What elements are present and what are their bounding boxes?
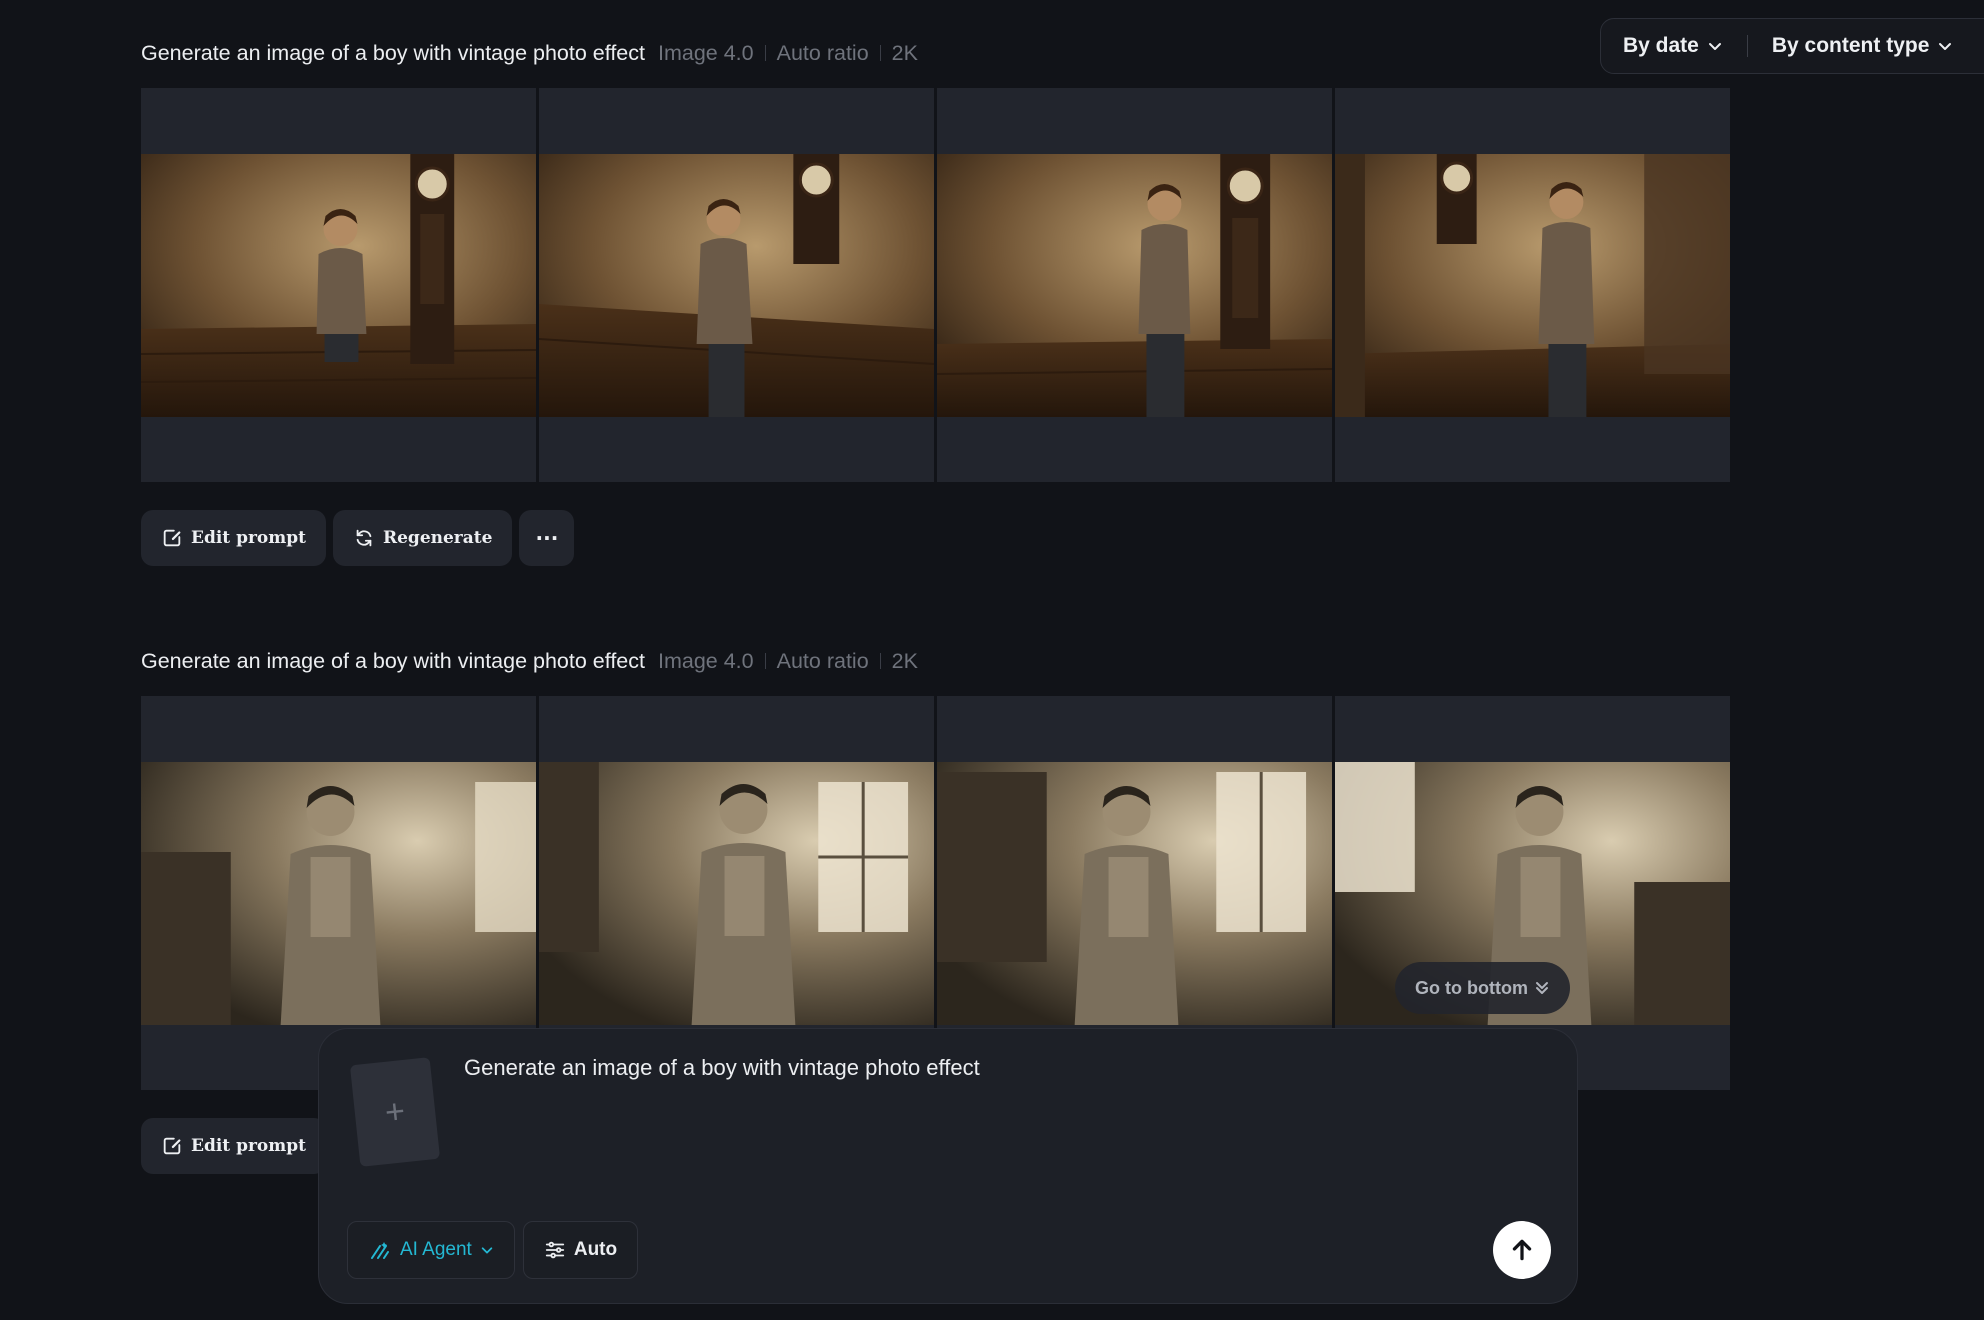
ratio-label: Auto ratio (776, 40, 869, 65)
by-date-label: By date (1623, 34, 1699, 57)
by-content-type-label: By content type (1771, 34, 1930, 57)
go-to-bottom-button[interactable]: Go to bottom (1395, 962, 1570, 1014)
generation-2: Generate an image of a boy with vintage … (141, 646, 1730, 1174)
filter-divider (1746, 35, 1748, 57)
edit-prompt-button[interactable]: Edit prompt (141, 1118, 326, 1174)
composer-toolbar: AI Agent Auto (347, 1221, 639, 1279)
prompt-text: Generate an image of a boy with vintage … (141, 648, 645, 673)
more-icon: ··· (535, 526, 559, 550)
generation-header: Generate an image of a boy with vintage … (141, 646, 918, 676)
regenerate-button[interactable]: Regenerate (332, 510, 513, 566)
generated-image[interactable] (937, 88, 1332, 482)
chevron-down-icon (481, 1247, 493, 1254)
prompt-text: Generate an image of a boy with vintage … (141, 40, 645, 65)
regenerate-label: Regenerate (382, 528, 493, 548)
image-grid (141, 88, 1730, 482)
ai-agent-icon (371, 1242, 389, 1259)
edit-prompt-button[interactable]: Edit prompt (141, 510, 326, 566)
meta-divider (764, 653, 766, 669)
edit-prompt-label: Edit prompt (191, 1136, 306, 1156)
by-date-dropdown[interactable]: By date (1619, 19, 1727, 73)
resolution-label: 2K (891, 40, 918, 65)
edit-icon (163, 529, 181, 547)
prompt-composer: + Generate an image of a boy with vintag… (318, 1028, 1578, 1304)
more-button[interactable]: ··· (519, 510, 575, 566)
filter-bar: By date By content type (1600, 18, 1984, 74)
double-chevron-down-icon (1535, 982, 1548, 994)
plus-icon: + (383, 1091, 407, 1132)
action-bar: Edit prompt Regenerate ··· (141, 510, 575, 566)
by-content-type-dropdown[interactable]: By content type (1768, 19, 1958, 73)
send-button[interactable] (1493, 1221, 1551, 1279)
chevron-down-icon (1939, 43, 1952, 50)
arrow-up-icon (1512, 1239, 1532, 1261)
generated-image[interactable] (539, 88, 934, 482)
meta-divider (879, 653, 881, 669)
auto-label: Auto (573, 1239, 618, 1260)
ai-agent-dropdown[interactable]: AI Agent (347, 1221, 515, 1279)
model-label: Image 4.0 (658, 648, 754, 673)
edit-icon (163, 1137, 181, 1155)
resolution-label: 2K (891, 648, 918, 673)
auto-settings-button[interactable]: Auto (522, 1221, 639, 1279)
sliders-icon (545, 1241, 565, 1259)
model-label: Image 4.0 (658, 40, 754, 65)
prompt-input[interactable]: Generate an image of a boy with vintage … (464, 1055, 980, 1081)
action-bar: Edit prompt (141, 1118, 326, 1174)
meta-divider (879, 45, 881, 61)
generated-image[interactable] (141, 88, 536, 482)
generation-1: Generate an image of a boy with vintage … (141, 38, 1730, 566)
regenerate-icon (356, 529, 372, 547)
generated-image[interactable] (1335, 88, 1730, 482)
generation-header: Generate an image of a boy with vintage … (141, 38, 918, 68)
edit-prompt-label: Edit prompt (191, 528, 306, 548)
add-reference-image-button[interactable]: + (349, 1057, 441, 1167)
go-to-bottom-label: Go to bottom (1415, 977, 1528, 998)
ratio-label: Auto ratio (776, 648, 869, 673)
ai-agent-label: AI Agent (400, 1239, 472, 1260)
meta-divider (764, 45, 766, 61)
chevron-down-icon (1708, 43, 1721, 50)
